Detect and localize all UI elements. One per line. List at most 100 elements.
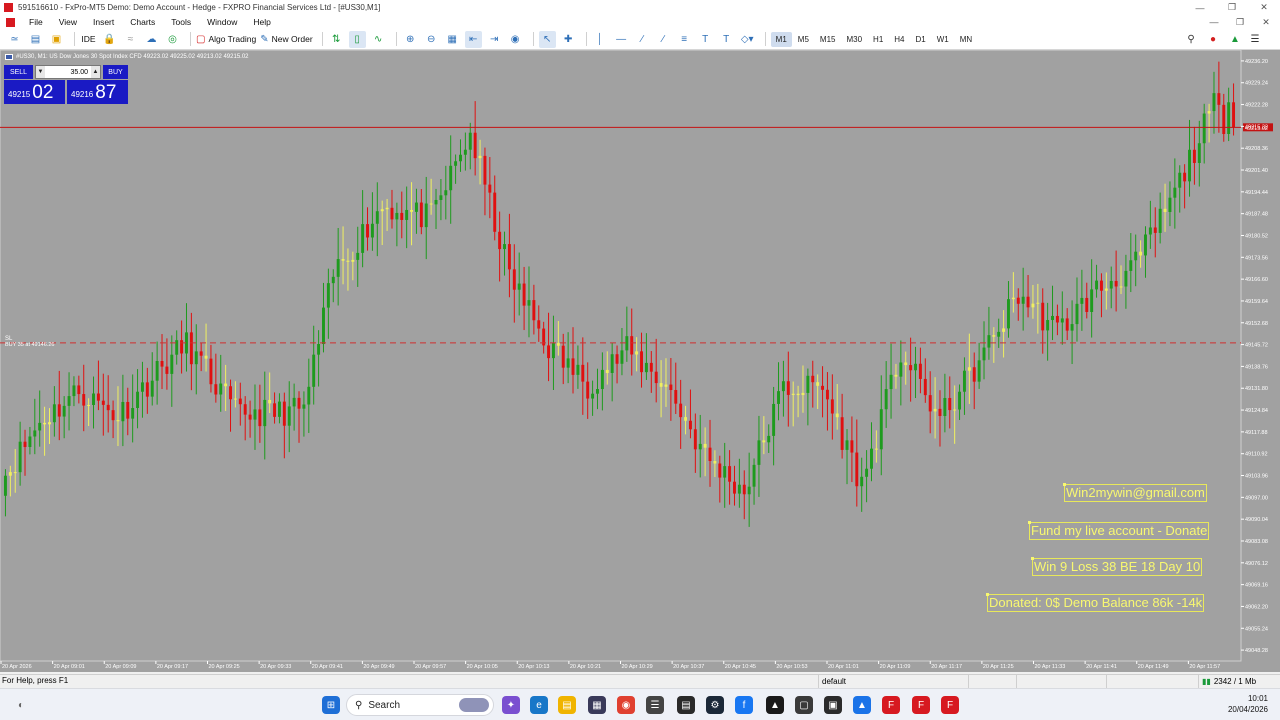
new-order-button[interactable]: ✎ New Order — [260, 31, 312, 48]
candle-body — [410, 209, 414, 212]
algo-trading-button[interactable]: ▢ Algo Trading — [196, 31, 256, 48]
trendline-icon[interactable]: ∕ — [634, 31, 651, 48]
store-icon[interactable]: ▦ — [588, 696, 606, 714]
volume-increase-icon[interactable]: ▲ — [91, 66, 100, 78]
text-label-icon[interactable]: T — [718, 31, 735, 48]
buy-price[interactable]: 49216 87 — [67, 80, 128, 104]
zoom-out-icon[interactable]: ⊖ — [423, 31, 440, 48]
sell-price[interactable]: 49215 02 — [4, 80, 65, 104]
candle-body — [488, 184, 492, 193]
zoom-in-icon[interactable]: ⊕ — [402, 31, 419, 48]
market-watch-icon[interactable]: ▣ — [48, 31, 65, 48]
chrome-icon[interactable]: ◉ — [617, 696, 635, 714]
fxpro-mt5-icon[interactable]: F — [941, 696, 959, 714]
horizontal-line-icon[interactable]: — — [613, 31, 630, 48]
candle-body — [317, 344, 321, 355]
timeframe-h1[interactable]: H1 — [868, 32, 888, 47]
menu-tools[interactable]: Tools — [163, 17, 199, 27]
timeframe-mn[interactable]: MN — [955, 32, 977, 47]
timeframe-m15[interactable]: M15 — [815, 32, 841, 47]
ide-button[interactable]: IDE — [80, 31, 97, 48]
shapes-icon[interactable]: ◇▾ — [739, 31, 756, 48]
app-icon[interactable]: ▲ — [853, 696, 871, 714]
widgets-icon[interactable]: ◐ — [12, 696, 30, 714]
minimize-icon[interactable]: — — [1184, 0, 1216, 15]
buy-button[interactable]: BUY — [103, 65, 128, 79]
candlestick-chart-icon[interactable]: ▯ — [348, 30, 366, 48]
app-icon[interactable]: ☰ — [646, 696, 664, 714]
auto-scroll-icon[interactable]: ⇤ — [464, 30, 482, 48]
email-label[interactable]: Win2mywin@gmail.com — [1063, 483, 1207, 502]
tile-windows-icon[interactable]: ▦ — [444, 31, 461, 48]
volume-input[interactable]: ▼ 35.00 ▲ — [35, 65, 101, 79]
app-icon[interactable]: ▢ — [795, 696, 813, 714]
menu-charts[interactable]: Charts — [122, 17, 163, 27]
menu-window[interactable]: Window — [199, 17, 245, 27]
taskbar-search[interactable]: ⚲ Search — [346, 694, 494, 716]
candle-body — [958, 391, 962, 410]
app-icon[interactable]: ▣ — [824, 696, 842, 714]
y-tick-label: 49138.76 — [1245, 364, 1268, 370]
vertical-line-icon[interactable]: │ — [592, 31, 609, 48]
menu-file[interactable]: File — [21, 17, 51, 27]
signals-icon[interactable]: ≈ — [122, 31, 139, 48]
chart-restore-icon[interactable]: ❐ — [1228, 15, 1252, 29]
fibonacci-icon[interactable]: ≡ — [676, 31, 693, 48]
screenshot-icon[interactable]: ◉ — [507, 31, 524, 48]
restore-icon[interactable]: ❐ — [1216, 0, 1248, 15]
timeframe-m5[interactable]: M5 — [793, 32, 814, 47]
file-explorer-icon[interactable]: ▤ — [558, 696, 576, 714]
menu-view[interactable]: View — [51, 17, 85, 27]
community-icon[interactable]: ☰ — [1246, 31, 1264, 48]
menu-insert[interactable]: Insert — [85, 17, 122, 27]
edge-icon[interactable]: e — [530, 696, 548, 714]
chart-minimize-icon[interactable]: — — [1202, 15, 1226, 29]
channel-icon[interactable]: ∕ — [655, 31, 672, 48]
cursor-icon[interactable]: ↖ — [538, 30, 556, 48]
start-icon[interactable]: ⊞ — [322, 696, 340, 714]
price-chart[interactable]: SLBUY 35 at 49146.2649215.0249236.204922… — [0, 50, 1280, 672]
chart-close-icon[interactable]: ✕ — [1254, 15, 1278, 29]
facebook-icon[interactable]: f — [735, 696, 753, 714]
steam-icon[interactable]: ⚙ — [706, 696, 724, 714]
timeframe-h4[interactable]: H4 — [889, 32, 909, 47]
timeframe-d1[interactable]: D1 — [911, 32, 931, 47]
volume-decrease-icon[interactable]: ▼ — [36, 66, 45, 78]
lock-icon[interactable]: 🔒 — [101, 31, 118, 48]
connection-cell[interactable]: ▮▮ 2342 / 1 Mb — [1198, 675, 1280, 688]
fxpro-icon[interactable]: F — [912, 696, 930, 714]
stats-label[interactable]: Win 9 Loss 38 BE 18 Day 10 — [1030, 557, 1203, 576]
chart-area[interactable]: SL BUY 35 at 49146.26 49215.02 49236.20 4922… — [0, 50, 1280, 672]
sell-button[interactable]: SELL — [4, 65, 33, 79]
search-icon[interactable]: ⚲ — [1182, 31, 1200, 48]
balance-label[interactable]: Donated: 0$ Demo Balance 86k -14k — [985, 593, 1205, 612]
copilot-icon[interactable]: ✦ — [502, 696, 520, 714]
app-icon[interactable]: ▤ — [677, 696, 695, 714]
candle-body — [483, 155, 487, 185]
chart-window-icon — [6, 17, 15, 27]
menu-help[interactable]: Help — [245, 17, 278, 27]
timeframe-m1[interactable]: M1 — [770, 31, 792, 47]
donate-label[interactable]: Fund my live account - Donate — [1027, 521, 1210, 540]
candle-body — [615, 354, 619, 364]
bar-chart-icon[interactable]: ⇅ — [328, 31, 345, 48]
crosshair-icon[interactable]: ✚ — [560, 31, 577, 48]
line-chart-icon[interactable]: ∿ — [370, 31, 387, 48]
vps-icon[interactable]: ◎ — [164, 31, 181, 48]
notifications-icon[interactable]: ● — [1204, 31, 1222, 48]
fxpro-icon[interactable]: F — [882, 696, 900, 714]
profiles-icon[interactable]: ▤ — [27, 31, 44, 48]
app-icon[interactable]: ▲ — [766, 696, 784, 714]
signal-strength-icon[interactable]: ▲ — [1226, 31, 1244, 48]
close-icon[interactable]: ✕ — [1248, 0, 1280, 15]
timeframe-w1[interactable]: W1 — [932, 32, 954, 47]
timeframe-m30[interactable]: M30 — [841, 32, 867, 47]
new-chart-icon[interactable]: ≃ — [6, 31, 23, 48]
candle-body — [693, 429, 697, 450]
candle-body — [1090, 289, 1094, 312]
taskbar-clock[interactable]: 10:01 20/04/2026 — [1228, 693, 1268, 715]
cloud-icon[interactable]: ☁ — [143, 31, 160, 48]
volume-value[interactable]: 35.00 — [45, 69, 91, 76]
text-icon[interactable]: T — [697, 31, 714, 48]
chart-shift-icon[interactable]: ⇥ — [486, 31, 503, 48]
